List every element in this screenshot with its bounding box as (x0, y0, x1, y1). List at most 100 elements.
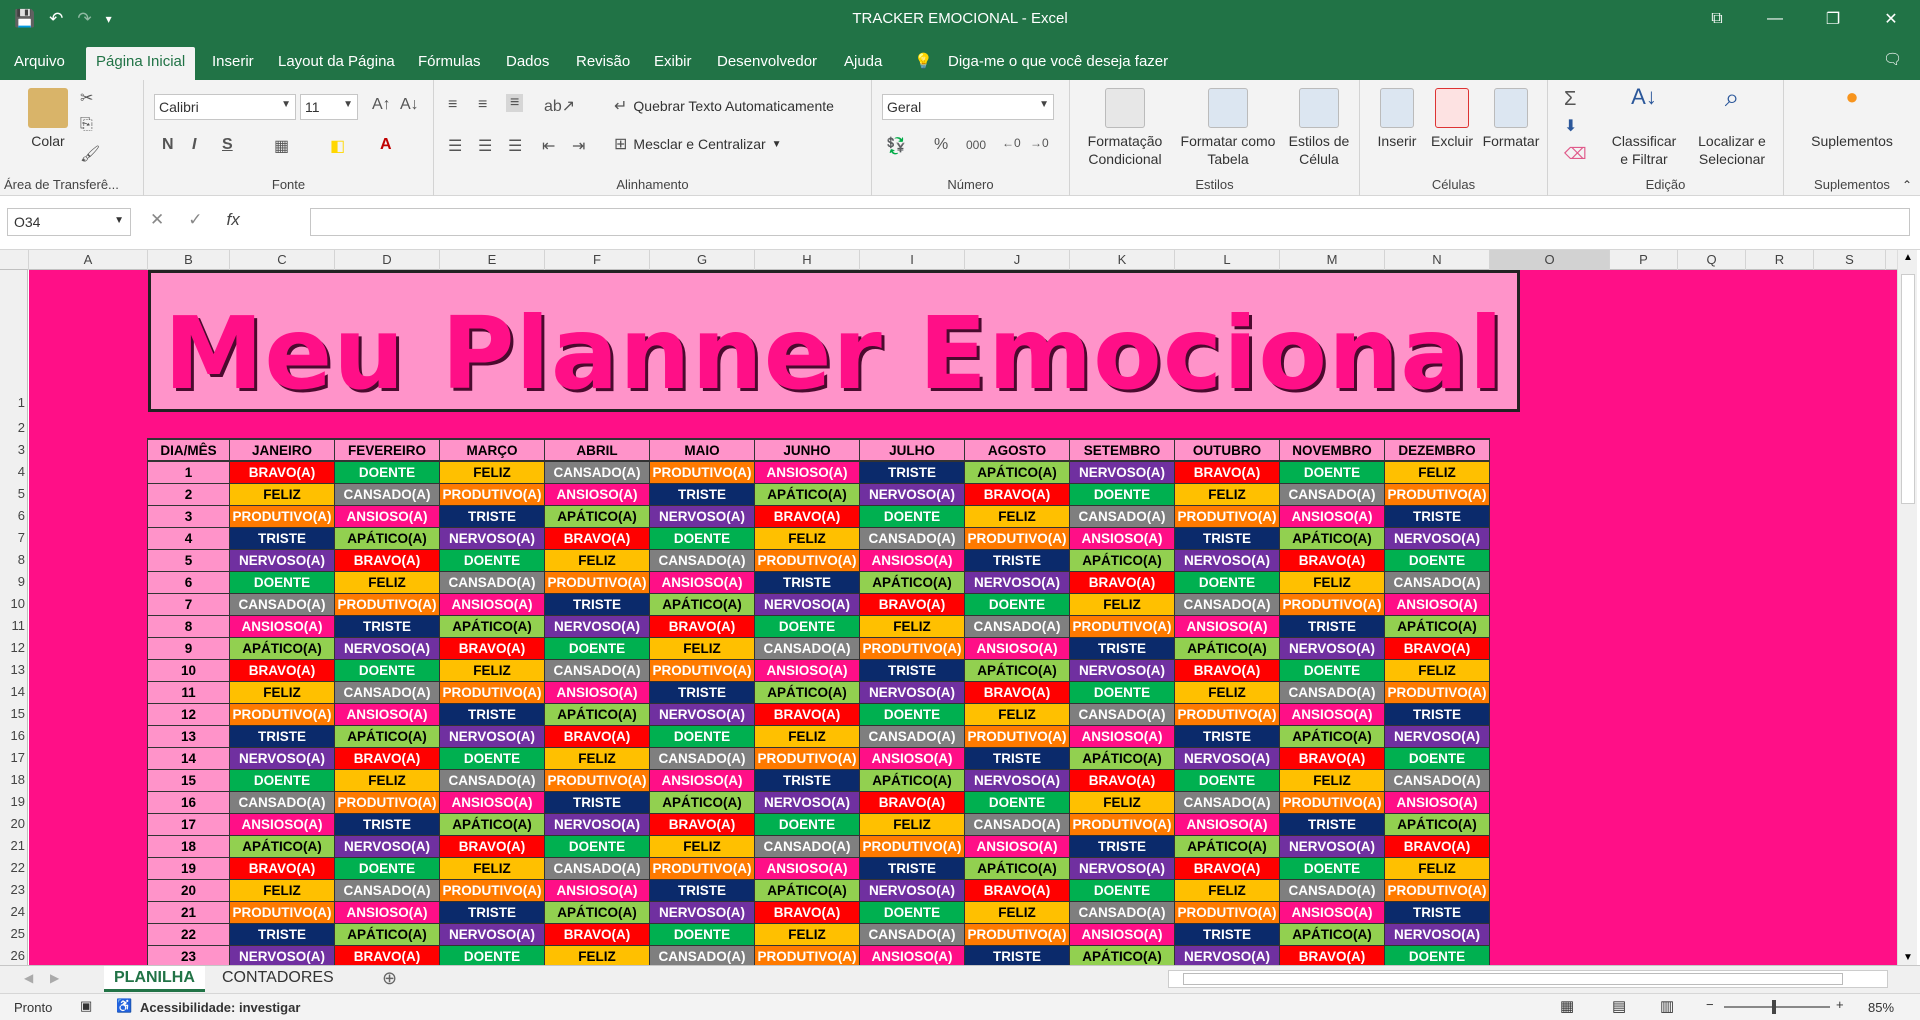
increase-decimal-icon[interactable]: ←0 (1002, 136, 1021, 150)
add-sheet-icon[interactable]: ⊕ (382, 968, 397, 989)
emotion-cell[interactable]: ANSIOSO(A) (1384, 592, 1490, 616)
column-header[interactable]: B (148, 250, 230, 270)
emotion-cell[interactable]: NERVOSO(A) (859, 482, 965, 506)
emotion-cell[interactable]: TRISTE (1279, 812, 1385, 836)
page-layout-icon[interactable]: ▤ (1612, 997, 1626, 1015)
emotion-cell[interactable]: DOENTE (1069, 482, 1175, 506)
emotion-cell[interactable]: PRODUTIVO(A) (649, 460, 755, 484)
emotion-cell[interactable]: NERVOSO(A) (1069, 856, 1175, 880)
emotion-cell[interactable]: TRISTE (1174, 922, 1280, 946)
tab-layout[interactable]: Layout da Página (268, 47, 405, 80)
row-header[interactable]: 8 (0, 552, 28, 567)
emotion-cell[interactable]: APÁTICO(A) (229, 636, 335, 660)
day-number[interactable]: 1 (147, 460, 230, 484)
merge-center-button[interactable]: ⊞ Mesclar e Centralizar ▼ (614, 134, 782, 154)
column-header[interactable]: I (860, 250, 965, 270)
emotion-cell[interactable]: APÁTICO(A) (439, 812, 545, 836)
close-icon[interactable]: ✕ (1862, 0, 1920, 38)
emotion-cell[interactable]: BRAVO(A) (229, 658, 335, 682)
emotion-cell[interactable]: CANSADO(A) (1174, 592, 1280, 616)
tab-arquivo[interactable]: Arquivo (4, 47, 75, 80)
emotion-cell[interactable]: ANSIOSO(A) (544, 680, 650, 704)
italic-button[interactable]: I (192, 136, 196, 154)
emotion-cell[interactable]: PRODUTIVO(A) (754, 746, 860, 770)
emotion-cell[interactable]: FELIZ (544, 944, 650, 965)
shrink-font-icon[interactable]: A↓ (400, 96, 419, 114)
format-cells-button[interactable]: Formatar (1480, 88, 1542, 150)
emotion-cell[interactable]: CANSADO(A) (1069, 900, 1175, 924)
emotion-cell[interactable]: NERVOSO(A) (1279, 636, 1385, 660)
emotion-cell[interactable]: NERVOSO(A) (334, 834, 440, 858)
row-header[interactable]: 23 (0, 882, 28, 897)
insert-cells-button[interactable]: Inserir (1372, 88, 1422, 150)
emotion-cell[interactable]: BRAVO(A) (1069, 768, 1175, 792)
emotion-cell[interactable]: BRAVO(A) (754, 504, 860, 528)
emotion-cell[interactable]: DOENTE (439, 548, 545, 572)
emotion-cell[interactable]: BRAVO(A) (1174, 856, 1280, 880)
emotion-cell[interactable]: NERVOSO(A) (754, 790, 860, 814)
emotion-cell[interactable]: TRISTE (964, 944, 1070, 965)
column-header[interactable]: N (1385, 250, 1490, 270)
prev-sheet-icon[interactable]: ◀ (24, 971, 33, 985)
emotion-cell[interactable]: CANSADO(A) (1279, 878, 1385, 902)
emotion-cell[interactable]: CANSADO(A) (649, 746, 755, 770)
emotion-cell[interactable]: ANSIOSO(A) (439, 790, 545, 814)
emotion-cell[interactable]: PRODUTIVO(A) (964, 724, 1070, 748)
emotion-cell[interactable]: ANSIOSO(A) (1069, 526, 1175, 550)
emotion-cell[interactable]: PRODUTIVO(A) (1384, 482, 1490, 506)
emotion-cell[interactable]: CANSADO(A) (1384, 768, 1490, 792)
emotion-cell[interactable]: PRODUTIVO(A) (1174, 702, 1280, 726)
emotion-cell[interactable]: TRISTE (964, 746, 1070, 770)
emotion-cell[interactable]: ANSIOSO(A) (1279, 702, 1385, 726)
emotion-cell[interactable]: CANSADO(A) (1069, 702, 1175, 726)
emotion-cell[interactable]: PRODUTIVO(A) (544, 570, 650, 594)
comments-icon[interactable]: 🗨 (1883, 50, 1902, 68)
tab-exibir[interactable]: Exibir (644, 47, 702, 80)
emotion-cell[interactable]: FELIZ (964, 504, 1070, 528)
emotion-cell[interactable]: FELIZ (859, 614, 965, 638)
emotion-cell[interactable]: ANSIOSO(A) (964, 834, 1070, 858)
emotion-cell[interactable]: TRISTE (439, 702, 545, 726)
number-format-combo[interactable]: Geral ▼ (882, 94, 1054, 120)
emotion-cell[interactable]: DOENTE (1279, 658, 1385, 682)
enter-icon[interactable]: ✓ (188, 210, 202, 230)
emotion-cell[interactable]: FELIZ (334, 768, 440, 792)
emotion-cell[interactable]: PRODUTIVO(A) (1069, 614, 1175, 638)
addins-button[interactable]: ● Suplementos (1794, 86, 1910, 150)
emotion-cell[interactable]: ANSIOSO(A) (754, 460, 860, 484)
emotion-cell[interactable]: BRAVO(A) (649, 614, 755, 638)
day-number[interactable]: 12 (147, 702, 230, 726)
emotion-cell[interactable]: CANSADO(A) (1279, 482, 1385, 506)
zoom-out-icon[interactable]: − (1706, 997, 1714, 1012)
day-number[interactable]: 19 (147, 856, 230, 880)
minimize-icon[interactable]: — (1746, 0, 1804, 38)
day-number[interactable]: 20 (147, 878, 230, 902)
emotion-cell[interactable]: TRISTE (964, 548, 1070, 572)
emotion-cell[interactable]: APÁTICO(A) (1279, 724, 1385, 748)
emotion-cell[interactable]: NERVOSO(A) (229, 746, 335, 770)
emotion-cell[interactable]: PRODUTIVO(A) (1279, 790, 1385, 814)
row-header[interactable]: 13 (0, 662, 28, 677)
emotion-cell[interactable]: TRISTE (1069, 636, 1175, 660)
emotion-cell[interactable]: TRISTE (859, 460, 965, 484)
row-header[interactable]: 22 (0, 860, 28, 875)
emotion-cell[interactable]: NERVOSO(A) (544, 812, 650, 836)
row-header[interactable]: 20 (0, 816, 28, 831)
emotion-cell[interactable]: APÁTICO(A) (754, 680, 860, 704)
emotion-cell[interactable]: TRISTE (229, 526, 335, 550)
emotion-cell[interactable]: DOENTE (544, 636, 650, 660)
decrease-decimal-icon[interactable]: →0 (1030, 136, 1049, 150)
emotion-cell[interactable]: PRODUTIVO(A) (1174, 504, 1280, 528)
increase-indent-icon[interactable]: ⇥ (572, 136, 585, 156)
cell-styles-button[interactable]: Estilos de Célula (1282, 88, 1356, 168)
emotion-cell[interactable]: FELIZ (1384, 658, 1490, 682)
column-header[interactable]: C (230, 250, 335, 270)
row-header[interactable]: 14 (0, 684, 28, 699)
tab-pagina-inicial[interactable]: Página Inicial (86, 47, 196, 80)
column-header-selected[interactable]: O (1490, 250, 1610, 270)
day-number[interactable]: 10 (147, 658, 230, 682)
day-number[interactable]: 5 (147, 548, 230, 572)
emotion-cell[interactable]: BRAVO(A) (964, 482, 1070, 506)
delete-cells-button[interactable]: Excluir (1426, 88, 1478, 150)
month-header[interactable]: AGOSTO (964, 438, 1070, 462)
